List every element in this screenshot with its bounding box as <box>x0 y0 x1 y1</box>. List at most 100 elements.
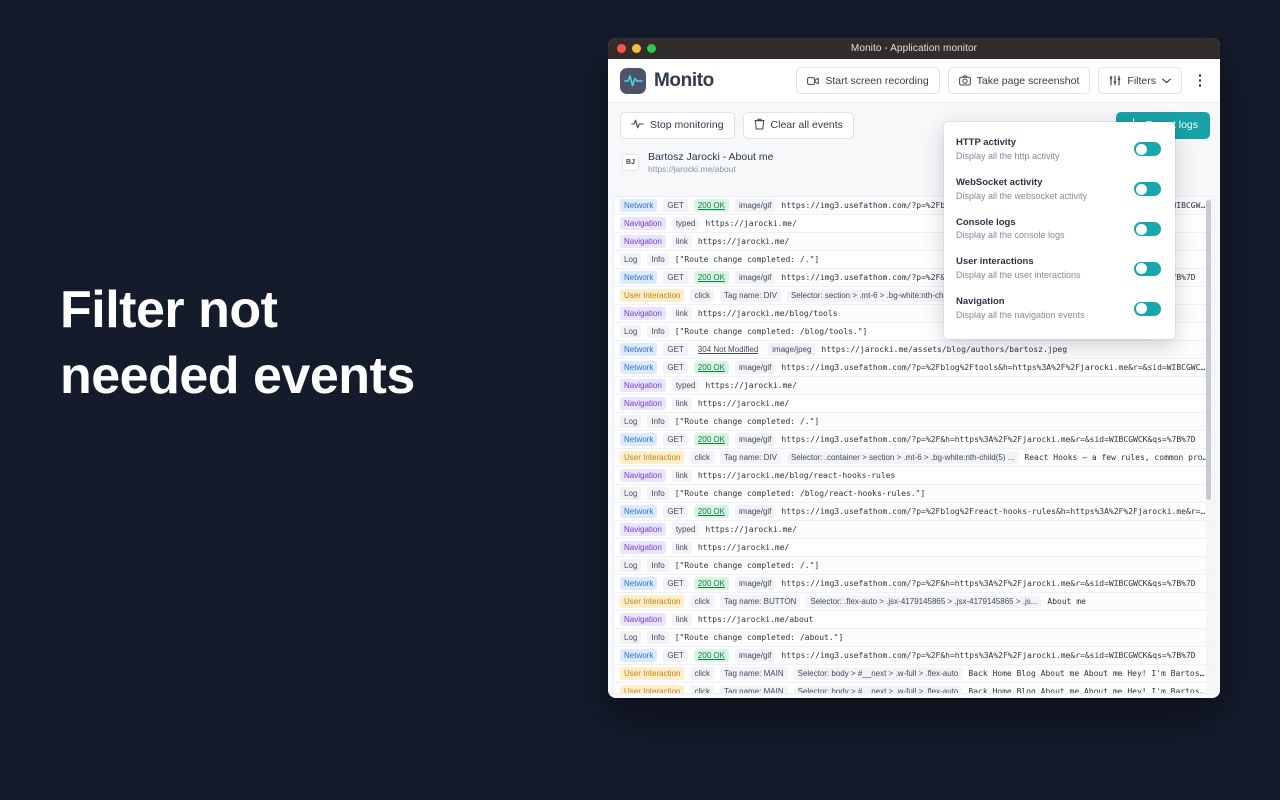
table-row[interactable]: Network GET 200 OK image/gif https://img3.us… <box>614 431 1214 449</box>
filter-row-0[interactable]: HTTP activity Display all the http activi… <box>944 130 1175 170</box>
clear-all-events-button[interactable]: Clear all events <box>742 111 854 139</box>
filter-toggle[interactable] <box>1134 222 1161 237</box>
event-meta-badge: 200 OK <box>693 433 729 446</box>
toggle-knob <box>1135 143 1147 155</box>
filter-title: HTTP activity <box>956 137 1017 148</box>
filters-dropdown[interactable]: HTTP activity Display all the http activi… <box>944 122 1175 340</box>
event-selector: Selector: .container > section > .mt-6 >… <box>786 451 1019 464</box>
event-meta-badge: link <box>671 469 692 482</box>
table-row[interactable]: Log Info ["Route change completed: /about.… <box>614 629 1214 647</box>
filter-row-4[interactable]: Navigation Display all the navigation eve… <box>944 289 1175 329</box>
table-row[interactable]: Network GET 200 OK image/gif https://img3.us… <box>614 575 1214 593</box>
event-text: About me <box>1047 597 1086 606</box>
event-selector: Selector: body > #__next > .w-full > .fl… <box>793 685 963 693</box>
event-meta-badge: link <box>671 541 692 554</box>
take-page-screenshot-button[interactable]: Take page screenshot <box>947 67 1091 94</box>
table-row[interactable]: User Interaction click Tag name: MAIN Selec… <box>614 665 1214 683</box>
event-meta-badge: image/gif <box>734 577 776 590</box>
table-row[interactable]: Navigation link https://jarocki.me/blog/re… <box>614 467 1214 485</box>
event-type-badge: Network <box>620 199 658 212</box>
event-url: ["Route change completed: /blog/tools."] <box>674 327 868 336</box>
promo-heading: Filter not needed events <box>60 278 580 409</box>
event-url: https://jarocki.me/ <box>705 525 797 534</box>
event-meta-badge: 200 OK <box>693 649 729 662</box>
event-type-badge: Navigation <box>620 541 666 554</box>
event-meta-badge: typed <box>671 523 700 536</box>
filters-button[interactable]: Filters <box>1098 67 1182 94</box>
app-window: Monito - Application monitor Monito Star… <box>608 38 1220 698</box>
more-options-icon[interactable] <box>1190 68 1210 94</box>
log-scrollbar-track[interactable] <box>1206 198 1213 692</box>
filter-row-1[interactable]: WebSocket activity Display all the websoc… <box>944 170 1175 210</box>
stop-monitoring-label: Stop monitoring <box>650 119 724 131</box>
filter-toggle[interactable] <box>1134 301 1161 316</box>
start-screen-recording-label: Start screen recording <box>825 74 929 87</box>
event-meta-badge: link <box>671 397 692 410</box>
table-row[interactable]: Navigation link https://jarocki.me/ <box>614 395 1214 413</box>
table-row[interactable]: Network GET 200 OK image/gif https://img3.us… <box>614 647 1214 665</box>
event-meta-badge: Info <box>647 559 669 572</box>
table-row[interactable]: Log Info ["Route change completed: /blog/r… <box>614 485 1214 503</box>
table-row[interactable]: Log Info ["Route change completed: /."] <box>614 557 1214 575</box>
window-titlebar: Monito - Application monitor <box>608 38 1220 59</box>
log-scrollbar-thumb[interactable] <box>1206 200 1211 500</box>
filter-row-2[interactable]: Console logs Display all the console logs <box>944 210 1175 250</box>
event-type-badge: Log <box>620 415 642 428</box>
toggle-knob <box>1135 303 1147 315</box>
event-type-badge: Navigation <box>620 379 666 392</box>
event-type-badge: Network <box>620 505 658 518</box>
toggle-knob <box>1135 263 1147 275</box>
table-row[interactable]: Navigation typed https://jarocki.me/ <box>614 377 1214 395</box>
monito-logo-icon <box>620 67 646 94</box>
promo-line-2: needed events <box>60 346 415 405</box>
start-screen-recording-button[interactable]: Start screen recording <box>796 67 940 94</box>
event-url: ["Route change completed: /about."] <box>674 633 844 642</box>
table-row[interactable]: Navigation link https://jarocki.me/ <box>614 539 1214 557</box>
favicon: BJ <box>622 154 639 172</box>
event-type-badge: Network <box>620 577 658 590</box>
event-meta-badge: click <box>690 451 715 464</box>
filter-row-3[interactable]: User interactions Display all the user in… <box>944 249 1175 289</box>
event-type-badge: Network <box>620 343 658 356</box>
event-url: ["Route change completed: /."] <box>674 255 820 264</box>
table-row[interactable]: User Interaction click Tag name: MAIN Selec… <box>614 683 1214 693</box>
filter-description: Display all the websocket activity <box>956 190 1088 201</box>
table-row[interactable]: Navigation link https://jarocki.me/about <box>614 611 1214 629</box>
event-type-badge: User Interaction <box>620 685 685 693</box>
event-meta-badge: GET <box>663 649 688 662</box>
event-meta-badge: click <box>690 595 715 608</box>
event-meta-badge: GET <box>663 577 688 590</box>
filter-toggle[interactable] <box>1134 182 1161 197</box>
event-type-badge: Network <box>620 649 658 662</box>
event-meta-badge: Info <box>647 253 669 266</box>
filter-text: WebSocket activity Display all the websoc… <box>956 176 1134 203</box>
stop-monitoring-button[interactable]: Stop monitoring <box>620 111 735 139</box>
event-meta-badge: Tag name: BUTTON <box>720 595 801 608</box>
filter-description: Display all the user interactions <box>956 270 1081 281</box>
event-meta-badge: Tag name: DIV <box>720 451 781 464</box>
table-row[interactable]: Network GET 200 OK image/gif https://img3.us… <box>614 503 1214 521</box>
event-meta-badge: image/gif <box>734 361 776 374</box>
event-meta-badge: link <box>671 307 692 320</box>
table-row[interactable]: User Interaction click Tag name: BUTTON Sel… <box>614 593 1214 611</box>
filter-toggle[interactable] <box>1134 261 1161 276</box>
event-meta-badge: 200 OK <box>693 199 729 212</box>
event-meta-badge: GET <box>663 361 688 374</box>
table-row[interactable]: Network GET 304 Not Modified image/jpeg http… <box>614 341 1214 359</box>
event-meta-badge: GET <box>663 199 688 212</box>
event-meta-badge: image/jpeg <box>768 343 816 356</box>
window-title: Monito - Application monitor <box>850 43 978 54</box>
camera-icon <box>958 75 971 86</box>
table-row[interactable]: Log Info ["Route change completed: /."] <box>614 413 1214 431</box>
event-url: ["Route change completed: /."] <box>674 561 820 570</box>
clear-all-events-label: Clear all events <box>770 119 843 131</box>
event-meta-badge: image/gif <box>734 199 776 212</box>
table-row[interactable]: Network GET 200 OK image/gif https://img3.us… <box>614 359 1214 377</box>
table-row[interactable]: User Interaction click Tag name: DIV Select… <box>614 449 1214 467</box>
event-meta-badge: click <box>690 289 715 302</box>
event-meta-badge: 200 OK <box>693 271 729 284</box>
event-meta-badge: image/gif <box>734 649 776 662</box>
filter-title: Navigation <box>956 296 1005 308</box>
filter-toggle[interactable] <box>1134 142 1161 157</box>
table-row[interactable]: Navigation typed https://jarocki.me/ <box>614 521 1214 539</box>
